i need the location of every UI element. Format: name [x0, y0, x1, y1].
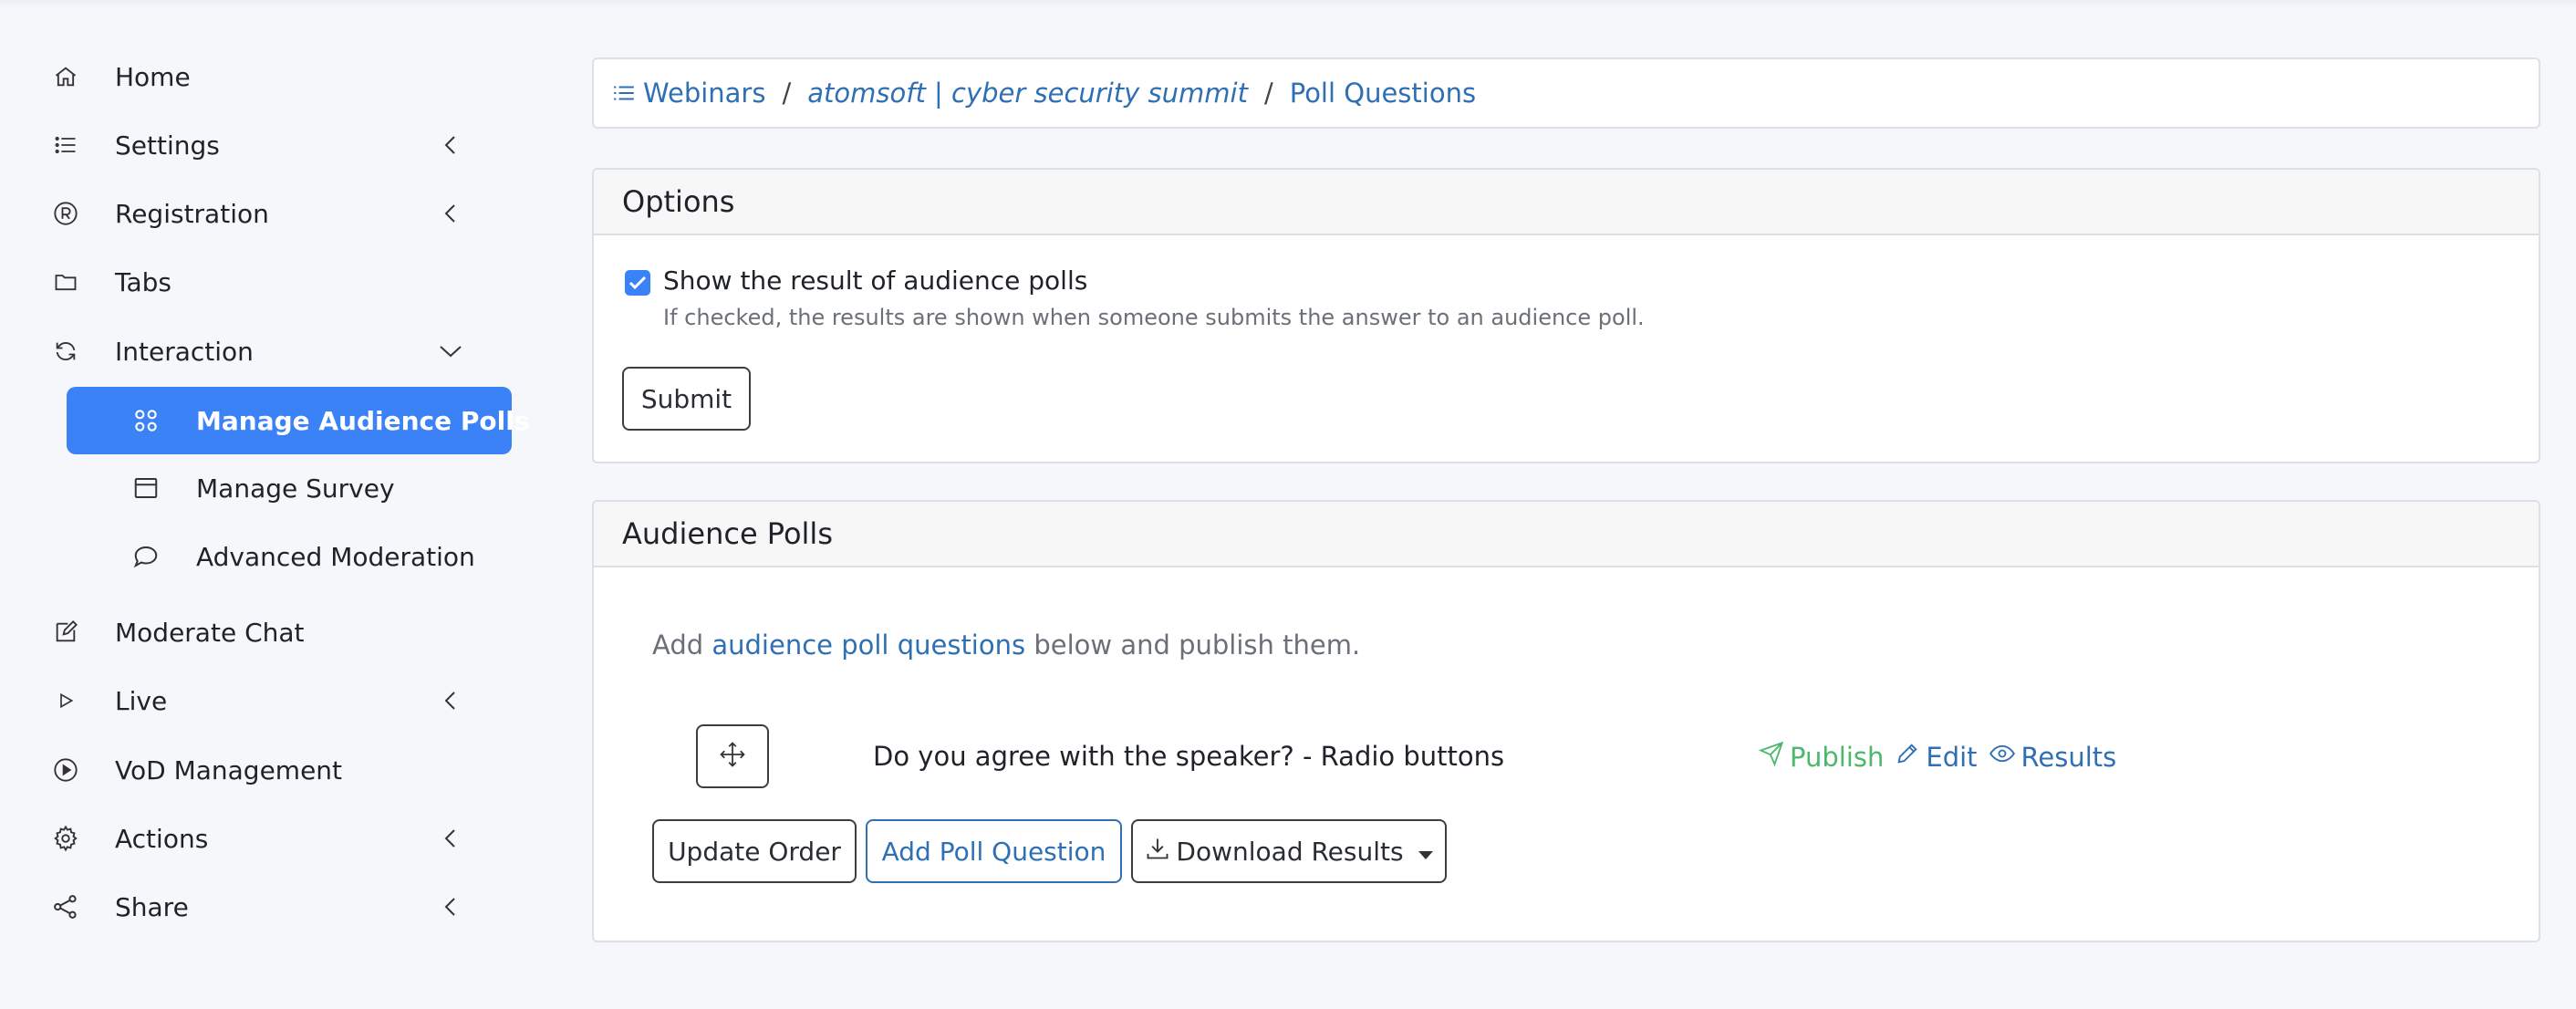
sidebar-item-tabs[interactable]: Tabs: [0, 250, 547, 314]
sidebar-item-interaction[interactable]: Interaction: [0, 319, 547, 383]
sidebar-item-registration[interactable]: Registration: [0, 182, 547, 245]
chevron-left-icon: [438, 688, 463, 713]
sidebar-item-live[interactable]: Live: [0, 669, 547, 733]
poll-question-actions: Publish Edit Results: [1758, 741, 2117, 773]
chevron-down-icon: [438, 338, 463, 364]
sidebar-subitem-advanced-moderation[interactable]: Advanced Moderation: [67, 523, 512, 590]
intro-prefix: Add: [652, 629, 712, 661]
share-icon: [50, 891, 81, 922]
sidebar-item-label: Moderate Chat: [115, 617, 305, 648]
sidebar-item-label: Live: [115, 685, 168, 716]
intro-suffix: below and publish them.: [1025, 629, 1361, 661]
polls-icon: [130, 405, 161, 436]
breadcrumb-webinars-link[interactable]: Webinars: [643, 78, 765, 109]
show-results-checkbox[interactable]: [625, 270, 650, 296]
download-icon: [1145, 836, 1170, 868]
chevron-left-icon: [438, 201, 463, 226]
download-results-label: Download Results: [1176, 836, 1404, 867]
sidebar-item-label: Registration: [115, 198, 269, 229]
breadcrumb-separator: /: [782, 78, 792, 109]
poll-question-title: Do you agree with the speaker? - Radio b…: [873, 741, 1505, 772]
sidebar-item-moderate-chat[interactable]: Moderate Chat: [0, 600, 547, 664]
play-outline-icon: [50, 685, 81, 716]
sidebar-item-vod-management[interactable]: VoD Management: [0, 738, 547, 802]
publish-link[interactable]: Publish: [1758, 741, 1885, 773]
add-poll-question-button[interactable]: Add Poll Question: [866, 819, 1122, 883]
sidebar-item-label: Tabs: [115, 266, 171, 297]
sidebar-subitem-manage-survey[interactable]: Manage Survey: [67, 454, 512, 522]
publish-label: Publish: [1790, 741, 1885, 773]
sidebar-item-actions[interactable]: Actions: [0, 806, 547, 870]
sidebar-item-settings[interactable]: Settings: [0, 113, 547, 177]
folder-icon: [50, 266, 81, 297]
update-order-button[interactable]: Update Order: [652, 819, 857, 883]
sidebar: Home Settings Registration Tabs Interact…: [0, 0, 547, 1009]
show-results-label: Show the result of audience polls: [663, 265, 1088, 296]
pencil-icon: [1895, 741, 1920, 773]
chevron-left-icon: [438, 894, 463, 920]
chevron-left-icon: [438, 132, 463, 158]
eye-icon: [1989, 741, 2016, 773]
show-results-help-text: If checked, the results are shown when s…: [663, 305, 1645, 330]
sidebar-item-label: Share: [115, 891, 189, 922]
window-icon: [130, 473, 161, 504]
breadcrumb-current[interactable]: Poll Questions: [1290, 78, 1476, 109]
gear-icon: [50, 823, 81, 854]
audience-poll-questions-link[interactable]: audience poll questions: [712, 629, 1025, 661]
refresh-icon: [50, 336, 81, 367]
caret-down-icon: [1418, 837, 1433, 867]
sidebar-subitem-manage-audience-polls[interactable]: Manage Audience Polls: [67, 387, 530, 454]
results-link[interactable]: Results: [1989, 741, 2117, 773]
audience-polls-card: Audience Polls Add audience poll questio…: [592, 500, 2540, 942]
edit-icon: [50, 617, 81, 648]
options-card: Options Show the result of audience poll…: [592, 168, 2540, 463]
sidebar-item-label: Settings: [115, 130, 220, 161]
breadcrumb-event-link[interactable]: atomsoft | cyber security summit: [807, 78, 1248, 109]
sidebar-item-share[interactable]: Share: [0, 875, 547, 939]
registered-icon: [50, 198, 81, 229]
sidebar-item-label: Interaction: [115, 336, 254, 367]
edit-link[interactable]: Edit: [1895, 741, 1978, 773]
list-icon: [612, 83, 636, 103]
audience-polls-intro: Add audience poll questions below and pu…: [652, 629, 1360, 661]
sidebar-item-label: VoD Management: [115, 754, 343, 785]
results-label: Results: [2020, 741, 2117, 773]
submit-button[interactable]: Submit: [622, 367, 751, 431]
home-icon: [50, 61, 81, 92]
sidebar-item-home[interactable]: Home: [0, 45, 547, 109]
list-icon: [50, 130, 81, 161]
sidebar-item-label: Manage Audience Polls: [196, 405, 530, 436]
sidebar-item-label: Home: [115, 61, 191, 92]
sidebar-item-label: Actions: [115, 823, 209, 854]
sidebar-item-label: Advanced Moderation: [196, 541, 475, 572]
edit-label: Edit: [1926, 741, 1978, 773]
chat-bubble-icon: [130, 541, 161, 572]
breadcrumb: Webinars / atomsoft | cyber security sum…: [592, 57, 2540, 129]
download-results-dropdown[interactable]: Download Results: [1131, 819, 1447, 883]
chevron-left-icon: [438, 826, 463, 851]
send-icon: [1758, 741, 1784, 773]
move-icon: [719, 741, 746, 772]
play-circle-icon: [50, 754, 81, 785]
drag-handle[interactable]: [696, 724, 769, 788]
sidebar-item-label: Manage Survey: [196, 473, 395, 504]
breadcrumb-separator: /: [1263, 78, 1273, 109]
